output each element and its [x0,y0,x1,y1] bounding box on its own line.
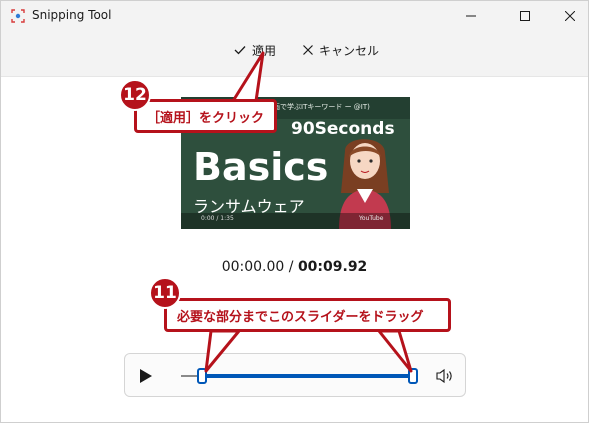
time-separator: / [288,259,294,275]
volume-icon[interactable] [436,368,454,384]
step-badge-12: 12 [119,79,151,111]
thumbnail-logo: YouTube [359,215,384,222]
trim-start-handle[interactable] [197,368,207,384]
maximize-icon [520,11,530,21]
maximize-button[interactable] [502,1,548,31]
thumbnail-player-bar: 0:00 / 1:35 YouTube [181,213,410,229]
trim-end-handle[interactable] [408,368,418,384]
snipping-tool-window: Snipping Tool 適用 キャンセル 動画で学ぶITキーワード ー @I… [0,0,589,423]
minimize-button[interactable] [448,1,494,31]
time-readout: 00:00.00 / 00:09.92 [1,259,588,275]
close-icon [565,11,575,21]
edit-toolbar: 適用 キャンセル [1,31,588,77]
cancel-button[interactable]: キャンセル [303,40,379,60]
playback-bar [124,353,466,397]
play-icon[interactable] [139,368,153,384]
title-bar: Snipping Tool [1,1,588,31]
checkmark-icon [234,46,246,55]
apply-instruction-callout: ［適用］をクリック [134,99,277,133]
apply-instruction-text: ［適用］をクリック [147,110,265,126]
current-time: 00:00.00 [221,259,285,275]
apply-label: 適用 [252,43,277,58]
x-icon [303,45,313,55]
cancel-label: キャンセル [319,43,380,58]
track-selected-range [202,374,412,378]
thumbnail-time: 0:00 / 1:35 [201,215,234,222]
close-button[interactable] [547,1,588,31]
slider-instruction-callout: 必要な部分までこのスライダーをドラッグ [164,298,451,332]
step-badge-11: 11 [149,277,181,309]
thumbnail-main-text: Basics [193,145,329,189]
window-title: Snipping Tool [32,8,112,22]
slider-instruction-text: 必要な部分までこのスライダーをドラッグ [177,309,424,325]
thumbnail-subtitle: 動画で学ぶITキーワード ー @IT) [266,103,370,111]
total-time: 00:09.92 [297,259,368,275]
app-icon [11,9,25,23]
apply-button[interactable]: 適用 [234,40,276,60]
minimize-icon [466,15,476,17]
